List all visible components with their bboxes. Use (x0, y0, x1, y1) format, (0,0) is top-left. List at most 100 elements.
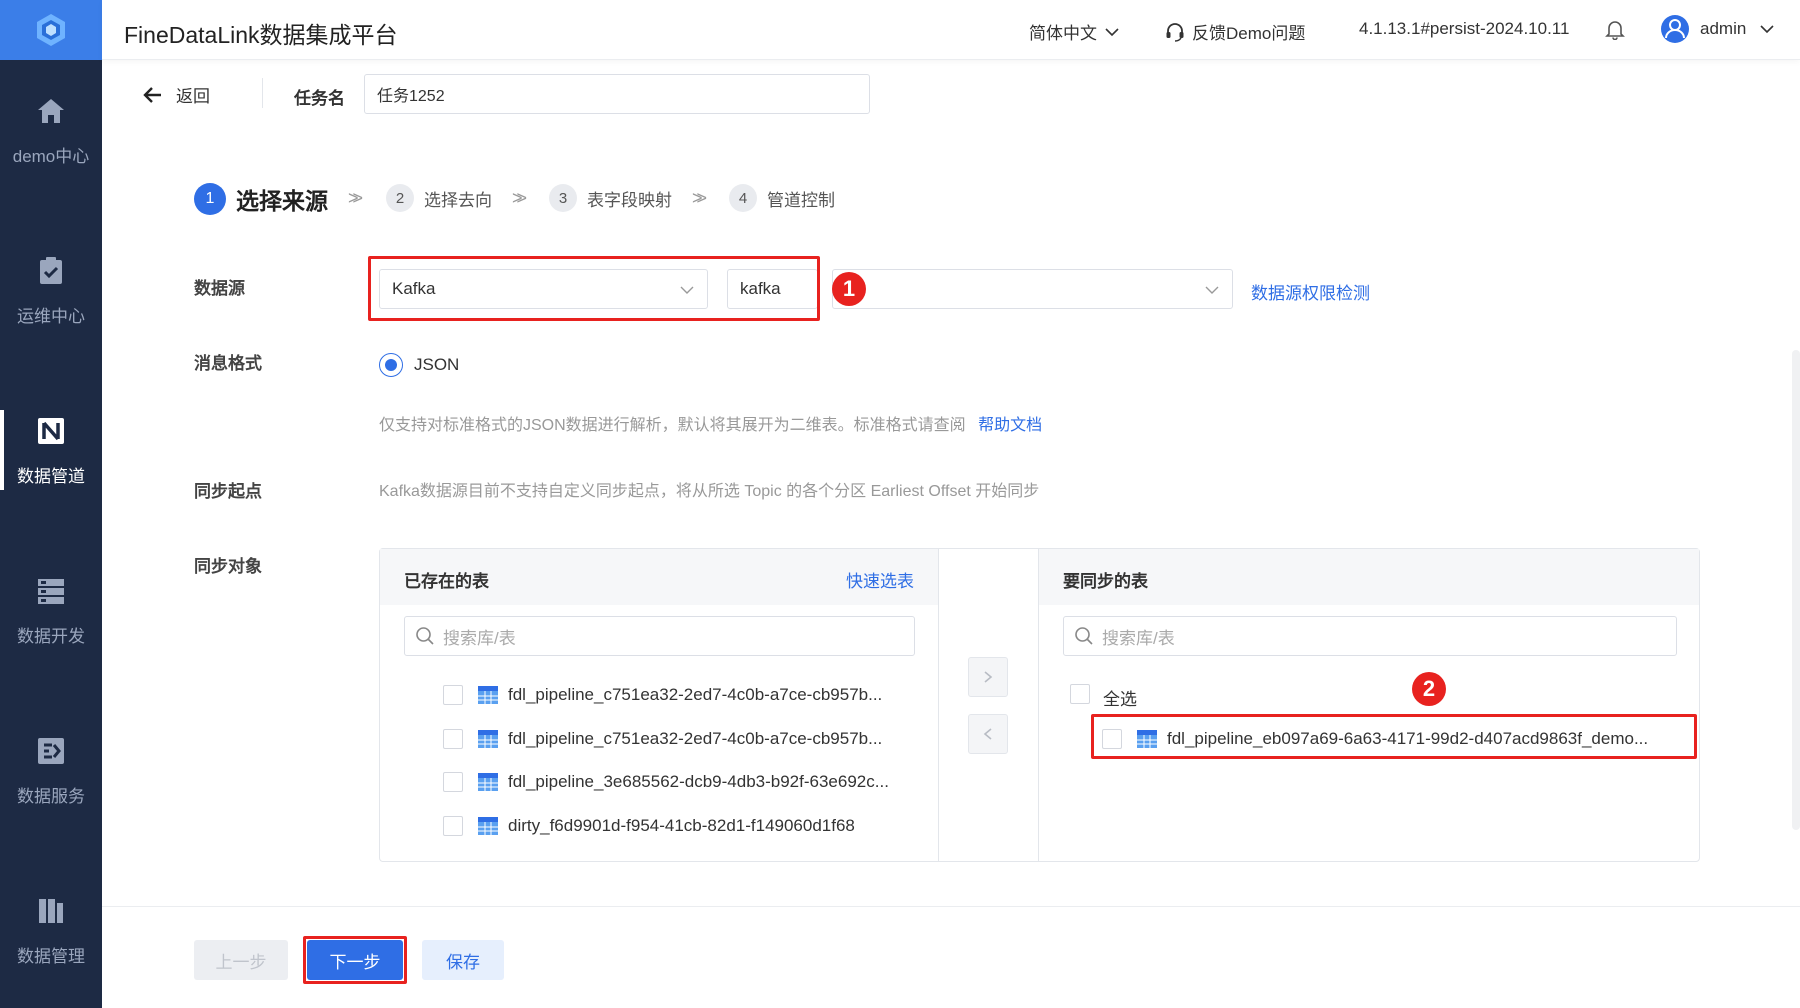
existing-tables-search[interactable]: 搜索库/表 (404, 616, 915, 656)
language-selector[interactable]: 简体中文 (1029, 19, 1121, 44)
app-title: FineDataLink数据集成平台 (124, 22, 398, 48)
table-icon (478, 773, 498, 791)
notification-bell-icon[interactable] (1604, 18, 1626, 40)
sidebar-item-data-management[interactable]: 数据管理 (0, 860, 102, 1000)
clipboard-check-icon (34, 254, 68, 288)
table-row-checkbox[interactable] (443, 729, 463, 749)
datasource-label: 数据源 (194, 279, 245, 298)
sidebar: demo中心 运维中心 数据管道 数据开发 数据服务 数据管理 (0, 0, 102, 1008)
avatar (1661, 15, 1689, 43)
existing-tables-title: 已存在的表 (404, 572, 489, 591)
sidebar-item-demo-center[interactable]: demo中心 (0, 60, 102, 200)
book-stack-icon (34, 894, 68, 928)
sync-tables-search[interactable]: 搜索库/表 (1063, 616, 1677, 656)
sync-tables-title: 要同步的表 (1063, 572, 1148, 591)
task-name-label: 任务名 (294, 89, 345, 108)
sidebar-item-label: 数据管理 (17, 946, 85, 966)
save-button[interactable]: 保存 (422, 940, 504, 980)
table-icon (478, 730, 498, 748)
table-row-checkbox[interactable] (443, 816, 463, 836)
top-header: FineDataLink数据集成平台 简体中文 反馈Demo问题 4.1.13.… (102, 0, 1800, 60)
back-label: 返回 (176, 87, 210, 106)
table-row[interactable]: fdl_pipeline_c751ea32-2ed7-4c0b-a7ce-cb9… (508, 685, 882, 705)
pipeline-icon (34, 414, 68, 448)
sidebar-item-label: 数据开发 (17, 626, 85, 646)
sidebar-item-label: 运维中心 (17, 306, 85, 326)
json-radio-label: JSON (414, 355, 460, 374)
table-row-checkbox[interactable] (443, 772, 463, 792)
version-label: 4.1.13.1#persist-2024.10.11 (1359, 19, 1570, 38)
move-right-button[interactable] (968, 657, 1008, 697)
json-radio[interactable] (379, 353, 403, 377)
user-menu[interactable]: admin (1660, 14, 1776, 44)
table-transfer-panel: 已存在的表 快速选表 搜索库/表 fdl_pipeline_c751ea32-2… (379, 548, 1700, 862)
sidebar-item-data-pipeline[interactable]: 数据管道 (0, 380, 102, 520)
table-row-checkbox[interactable] (443, 685, 463, 705)
step-pipeline-control[interactable]: 4 管道控制 (729, 184, 835, 212)
language-label: 简体中文 (1029, 24, 1097, 43)
step-label: 表字段映射 (587, 190, 672, 210)
sidebar-item-data-service[interactable]: 数据服务 (0, 700, 102, 840)
feedback-label: 反馈Demo问题 (1192, 24, 1306, 43)
table-row[interactable]: fdl_pipeline_c751ea32-2ed7-4c0b-a7ce-cb9… (508, 729, 882, 749)
format-hint-text: 仅支持对标准格式的JSON数据进行解析，默认将其展开为二维表。标准格式请查阅 (379, 417, 966, 434)
chevron-down-icon (1760, 25, 1774, 34)
table-row[interactable]: fdl_pipeline_3e685562-dcb9-4db3-b92f-63e… (508, 772, 889, 792)
double-chevron-right-icon: >> (512, 188, 527, 208)
search-placeholder: 搜索库/表 (1102, 628, 1175, 648)
double-chevron-right-icon: >> (348, 188, 363, 208)
table-row[interactable]: dirty_f6d9901d-f954-41cb-82d1-f149060d1f… (508, 816, 855, 836)
sidebar-item-label: demo中心 (12, 146, 90, 166)
sync-object-label: 同步对象 (194, 557, 262, 576)
step-number: 3 (549, 184, 577, 212)
chevron-right-icon (984, 671, 993, 683)
search-icon (416, 627, 434, 645)
select-all-checkbox[interactable] (1070, 684, 1090, 704)
table-icon (478, 817, 498, 835)
step-number: 4 (729, 184, 757, 212)
chevron-down-icon (1205, 286, 1219, 294)
sidebar-item-data-dev[interactable]: 数据开发 (0, 540, 102, 680)
quick-select-link[interactable]: 快速选表 (846, 567, 914, 592)
annotation-badge-2: 2 (1412, 672, 1446, 706)
step-select-target[interactable]: 2 选择去向 (386, 184, 492, 212)
permission-check-link[interactable]: 数据源权限检测 (1251, 279, 1370, 304)
app-logo-icon[interactable] (0, 0, 102, 60)
step-number: 1 (194, 183, 226, 215)
back-button[interactable]: 返回 (142, 82, 210, 107)
search-icon (1075, 627, 1093, 645)
sidebar-item-ops-center[interactable]: 运维中心 (0, 220, 102, 360)
chevron-down-icon (1105, 27, 1119, 36)
step-label: 选择来源 (236, 188, 328, 214)
scrollbar[interactable] (1792, 350, 1800, 830)
double-chevron-right-icon: >> (692, 188, 707, 208)
datasource-topic-select[interactable] (832, 269, 1233, 309)
chevron-left-icon (983, 728, 992, 740)
headset-icon (1166, 22, 1184, 42)
sidebar-item-label: 数据管道 (17, 466, 85, 486)
move-left-button[interactable] (968, 714, 1008, 754)
step-field-mapping[interactable]: 3 表字段映射 (549, 184, 672, 212)
task-name-input[interactable] (364, 74, 870, 114)
prev-step-button[interactable]: 上一步 (194, 940, 288, 980)
sync-start-hint: Kafka数据源目前不支持自定义同步起点，将从所选 Topic 的各个分区 Ea… (379, 483, 1040, 500)
select-all-label: 全选 (1103, 690, 1137, 709)
sidebar-item-label: 数据服务 (17, 786, 85, 806)
server-icon (34, 574, 68, 608)
step-number: 2 (386, 184, 414, 212)
sync-start-label: 同步起点 (194, 482, 262, 501)
footer-divider (102, 906, 1800, 907)
feedback-link[interactable]: 反馈Demo问题 (1164, 19, 1305, 44)
highlight-box-sync-table (1091, 714, 1697, 759)
divider (262, 78, 263, 108)
step-label: 选择去向 (424, 190, 492, 210)
help-doc-link[interactable]: 帮助文档 (978, 417, 1042, 434)
highlight-box-datasource (368, 256, 820, 321)
search-placeholder: 搜索库/表 (443, 628, 516, 648)
highlight-box-next (303, 936, 407, 984)
column-divider (938, 549, 939, 861)
step-label: 管道控制 (767, 190, 835, 210)
api-service-icon (34, 734, 68, 768)
step-select-source[interactable]: 1 选择来源 (194, 182, 328, 216)
username: admin (1700, 19, 1747, 38)
